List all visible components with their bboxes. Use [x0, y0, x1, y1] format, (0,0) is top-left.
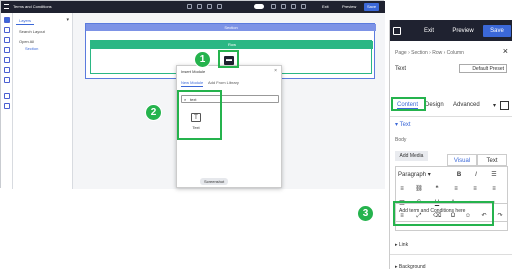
highlight-editor-body [393, 201, 494, 226]
history-icon[interactable] [217, 4, 222, 9]
text-section-title: Text [399, 122, 411, 128]
layers-panel: Layers ▾ Search Layout Open All Section [13, 13, 73, 189]
undo-icon[interactable] [187, 4, 192, 9]
screenshot-button[interactable]: Screenshot [200, 178, 229, 185]
wireframe-icon[interactable] [4, 77, 10, 83]
tools-icon[interactable] [4, 93, 10, 99]
layers-search[interactable]: Search Layout [19, 29, 45, 34]
modal-title: Insert Module [181, 69, 206, 74]
panel-save-button[interactable]: Save [483, 25, 511, 37]
link-icon[interactable]: ⛓ [415, 185, 423, 193]
add-media-button[interactable]: Add Media [395, 151, 428, 161]
layers-open-all[interactable]: Open All [19, 39, 34, 44]
tabs-dropdown-icon[interactable]: ▾ [493, 102, 496, 109]
accordion-link-label: Link [398, 242, 409, 248]
layers-item-section[interactable]: Section [25, 46, 38, 51]
module-settings-panel: Exit Preview Save Page › Section › Row ›… [389, 20, 512, 270]
portability-icon[interactable] [4, 67, 10, 73]
tab-add-from-library[interactable]: Add From Library [208, 80, 239, 85]
step-badge-3: 3 [357, 205, 374, 222]
align-right-icon[interactable]: ≡ [490, 185, 498, 193]
quote-icon[interactable]: ❝ [433, 185, 441, 193]
preset-value: Default Preset [472, 66, 504, 72]
text-section-toggle[interactable]: ▾ Text [395, 121, 411, 128]
accordion-link[interactable]: ▸ Link [395, 242, 408, 248]
bold-icon[interactable]: B [455, 171, 463, 179]
row-label: Row [91, 41, 373, 49]
tool-rail [1, 13, 13, 189]
builder-topbar: Terms and Conditions Exit Preview Save [1, 1, 385, 13]
pages-icon[interactable] [4, 37, 10, 43]
close-icon[interactable]: × [274, 68, 277, 74]
section-label: Section [86, 24, 376, 31]
highlight-text-module [177, 90, 222, 140]
redo-icon[interactable] [197, 4, 202, 9]
toggle-icon[interactable] [254, 4, 264, 9]
breadcrumb[interactable]: Page › Section › Row › Column [395, 50, 464, 56]
align-left-icon[interactable]: ≡ [452, 185, 460, 193]
panel-menu-icon[interactable] [393, 27, 401, 35]
tab-design[interactable]: Design [425, 102, 444, 108]
format-select-value: Paragraph [398, 172, 427, 178]
module-type-label: Text [395, 66, 407, 72]
find-icon[interactable] [4, 47, 10, 53]
exit-button[interactable]: Exit [319, 3, 332, 11]
step-badge-2: 2 [145, 104, 162, 121]
window-title: Terms and Conditions [13, 4, 52, 9]
menu-icon[interactable] [4, 4, 9, 9]
body-label: Body [395, 137, 407, 143]
highlight-content-tab [391, 97, 426, 111]
tablet-view-icon[interactable] [281, 4, 286, 9]
align-center-icon[interactable]: ≡ [471, 185, 479, 193]
grid-icon[interactable] [301, 4, 306, 9]
format-select[interactable]: Paragraph ▾ [398, 171, 431, 178]
preview-button[interactable]: Preview [339, 3, 359, 11]
library-icon[interactable] [4, 57, 10, 63]
accordion-background-label: Background [398, 264, 426, 270]
help-icon[interactable] [4, 103, 10, 109]
tab-advanced[interactable]: Advanced [453, 102, 480, 108]
tab-visual[interactable]: Visual [447, 154, 477, 166]
panel-topbar: Exit Preview Save [390, 20, 512, 41]
save-button[interactable]: Save [364, 3, 380, 11]
layers-icon[interactable] [4, 27, 10, 33]
close-panel-icon[interactable]: × [503, 46, 508, 56]
highlight-insert-button [218, 50, 239, 68]
phone-view-icon[interactable] [291, 4, 296, 9]
tabs-divider [390, 116, 512, 117]
settings-icon[interactable] [207, 4, 212, 9]
add-icon[interactable] [4, 17, 10, 23]
list-icon[interactable]: ☰ [490, 171, 498, 179]
panel-exit-button[interactable]: Exit [414, 25, 444, 37]
desktop-view-icon[interactable] [271, 4, 276, 9]
accordion-divider-1 [390, 254, 512, 255]
panel-preview-button[interactable]: Preview [446, 25, 480, 37]
step-badge-1: 1 [194, 51, 211, 68]
color-swatch-icon[interactable] [500, 101, 509, 110]
numbered-list-icon[interactable]: ≡ [398, 185, 406, 193]
accordion-background[interactable]: ▸ Background [395, 264, 426, 270]
tab-new-module[interactable]: New Module [181, 80, 204, 87]
preset-select[interactable]: Default Preset [459, 64, 507, 73]
italic-icon[interactable]: I [472, 171, 480, 179]
layers-tab[interactable]: Layers [16, 17, 35, 25]
layers-close-icon[interactable]: ▾ [66, 17, 69, 23]
tab-text[interactable]: Text [477, 154, 507, 166]
